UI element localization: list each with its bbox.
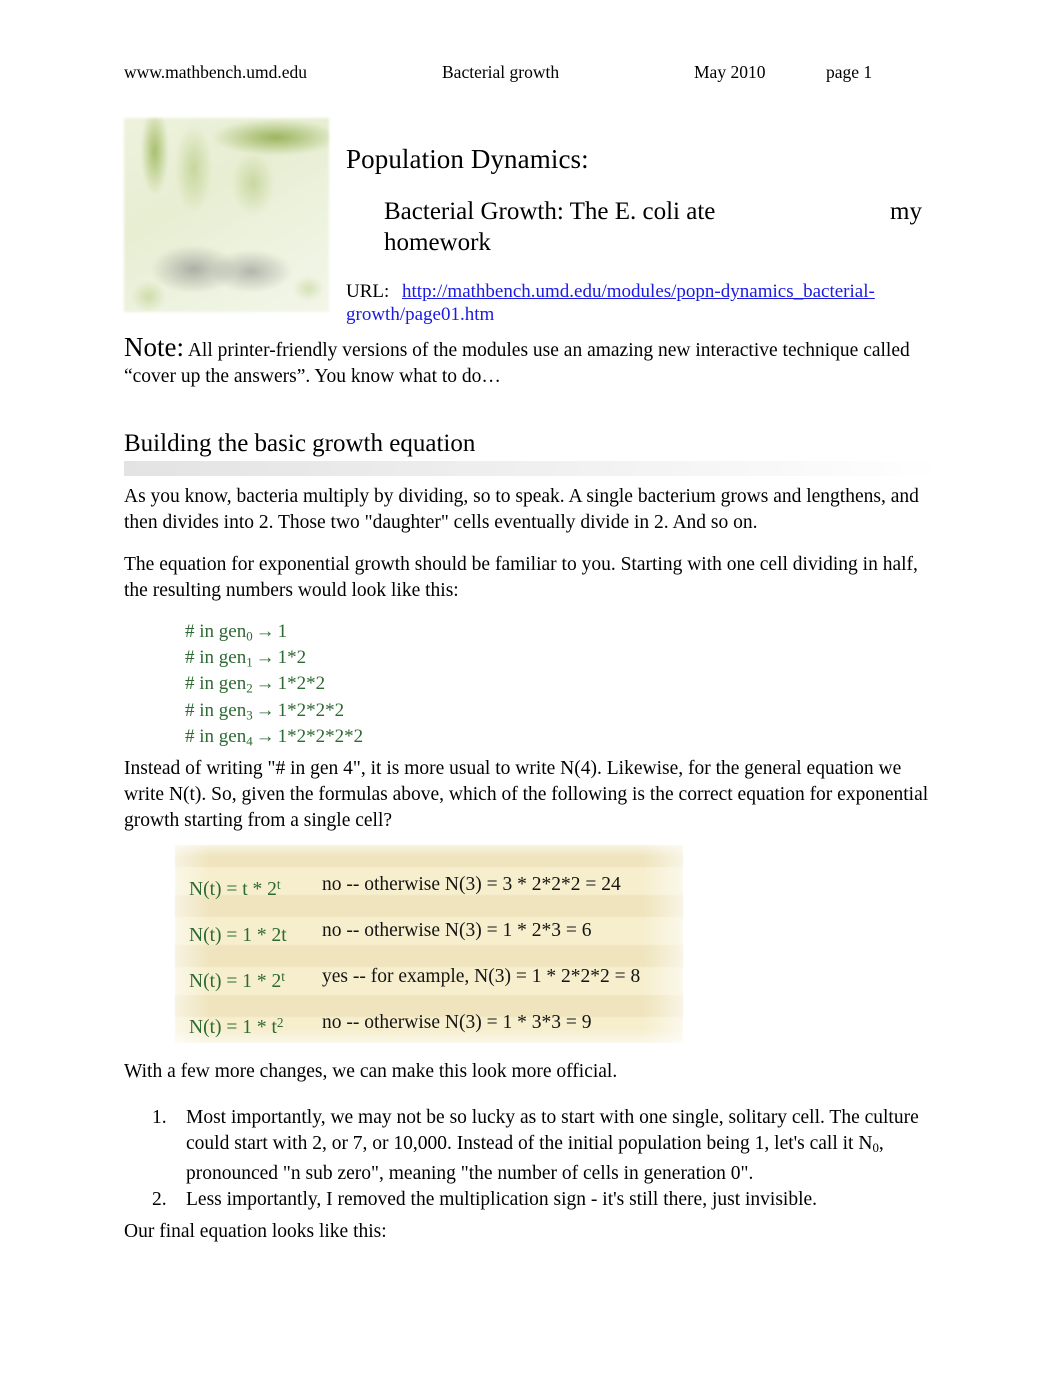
header-doc-title: Bacterial growth bbox=[442, 62, 560, 82]
note-text: All printer-friendly versions of the mod… bbox=[124, 340, 910, 387]
paragraph-more-changes: With a few more changes, we can make thi… bbox=[124, 1061, 618, 1082]
answer-formula-exponent: 2 bbox=[276, 1015, 284, 1030]
paragraph-final-equation: Our final equation looks like this: bbox=[124, 1221, 387, 1242]
generation-label: # in gen bbox=[185, 673, 247, 695]
document-page: www.mathbench.umd.edu Bacterial growth M… bbox=[0, 0, 1062, 1377]
answer-formula-exponent: t bbox=[276, 877, 281, 892]
answer-formula-lead: N(t) = t * 2 bbox=[189, 878, 277, 900]
note-label: Note: bbox=[124, 332, 184, 362]
arrow-icon: → bbox=[255, 673, 275, 695]
generation-subscript: 1 bbox=[246, 654, 253, 670]
generation-value: 1*2*2 bbox=[277, 673, 326, 695]
generation-row: # in gen4 → 1*2*2*2*2 bbox=[185, 726, 363, 752]
url-link-line1[interactable]: http://mathbench.umd.edu/modules/popn-dy… bbox=[402, 281, 875, 302]
page-subtitle-lead: Bacterial Growth: The E. coli ate bbox=[384, 198, 716, 225]
answer-formula-exponent: t bbox=[281, 969, 285, 984]
answer-row[interactable]: N(t) = 1 * 2t no -- otherwise N(3) = 1 *… bbox=[175, 907, 683, 954]
list-item-text-before: Less importantly, I removed the multipli… bbox=[186, 1189, 818, 1211]
answer-verdict: no -- otherwise N(3) = 3 * 2*2*2 = 24 bbox=[322, 874, 621, 895]
masthead: Population Dynamics: Bacterial Growth: T… bbox=[124, 118, 940, 333]
generation-label: # in gen bbox=[185, 621, 247, 642]
generation-subscript: 2 bbox=[246, 681, 253, 697]
url-label: URL: bbox=[346, 281, 390, 302]
generation-label: # in gen bbox=[185, 699, 247, 721]
list-item-marker: 2. bbox=[152, 1189, 167, 1211]
changes-numbered-list: 1. Most importantly, we may not be so luc… bbox=[124, 1105, 936, 1213]
answer-formula: N(t) = 1 * t2 bbox=[189, 999, 284, 1051]
generation-label: # in gen bbox=[185, 725, 247, 747]
url-line: URL: http://mathbench.umd.edu/modules/po… bbox=[346, 280, 906, 326]
generation-value: 1 bbox=[277, 621, 288, 642]
paragraph-intro: As you know, bacteria multiply by dividi… bbox=[124, 486, 919, 533]
generation-row: # in gen1 → 1*2 bbox=[185, 647, 363, 673]
section-heading-text: Building the basic growth equation bbox=[124, 430, 476, 457]
module-url-link[interactable]: http://mathbench.umd.edu/modules/popn-dy… bbox=[346, 281, 875, 325]
arrow-icon: → bbox=[255, 647, 275, 669]
answer-verdict: no -- otherwise N(3) = 1 * 2*3 = 6 bbox=[322, 920, 592, 941]
generation-subscript: 3 bbox=[246, 707, 253, 723]
list-item-text-before: Most importantly, we may not be so lucky… bbox=[186, 1107, 919, 1154]
list-item: 2. Less importantly, I removed the multip… bbox=[124, 1187, 936, 1213]
url-link-line2[interactable]: growth/page01.htm bbox=[346, 304, 494, 325]
section-heading-rule bbox=[124, 461, 940, 476]
generation-subscript: 0 bbox=[246, 628, 253, 644]
generation-value: 1*2*2*2*2 bbox=[277, 725, 364, 747]
answer-row[interactable]: N(t) = 1 * 2t yes -- for example, N(3) =… bbox=[175, 953, 683, 1000]
mathbench-logo-image bbox=[124, 118, 329, 312]
note-block: Note: All printer-friendly versions of t… bbox=[124, 334, 942, 390]
answer-choices-list: N(t) = t * 2t no -- otherwise N(3) = 3 *… bbox=[175, 845, 683, 1043]
header-site-url: www.mathbench.umd.edu bbox=[124, 62, 308, 82]
generation-label: # in gen bbox=[185, 647, 247, 669]
generation-row: # in gen2 → 1*2*2 bbox=[185, 673, 363, 699]
generation-formula-list: # in gen0 → 1 # in gen1 → 1*2 # in gen2 → 1*2*… bbox=[185, 621, 363, 752]
generation-row: # in gen0 → 1 bbox=[185, 621, 363, 647]
answer-row[interactable]: N(t) = t * 2t no -- otherwise N(3) = 3 *… bbox=[175, 861, 683, 908]
generation-value: 1*2*2*2 bbox=[277, 699, 345, 721]
arrow-icon: → bbox=[255, 621, 275, 642]
answer-formula: N(t) = 1 * 2t bbox=[189, 907, 287, 959]
answer-formula: N(t) = t * 2t bbox=[189, 861, 281, 913]
arrow-icon: → bbox=[255, 699, 275, 721]
arrow-icon: → bbox=[255, 725, 275, 747]
list-item: 1. Most importantly, we may not be so luc… bbox=[124, 1105, 936, 1187]
answer-verdict: no -- otherwise N(3) = 1 * 3*3 = 9 bbox=[322, 1012, 592, 1033]
page-subtitle: Bacterial Growth: The E. coli ate my hom… bbox=[384, 196, 940, 258]
header-page-number: page 1 bbox=[826, 62, 873, 82]
generation-row: # in gen3 → 1*2*2*2 bbox=[185, 700, 363, 726]
answer-formula-lead: N(t) = 1 * 2 bbox=[189, 970, 282, 992]
section-heading: Building the basic growth equation bbox=[124, 428, 942, 476]
page-subtitle-line2: homework bbox=[384, 229, 491, 256]
answer-formula-lead: N(t) = 1 * 2t bbox=[189, 924, 287, 946]
answer-formula-lead: N(t) = 1 * t bbox=[189, 1016, 277, 1038]
title-block: Population Dynamics: Bacterial Growth: T… bbox=[346, 142, 940, 326]
paragraph-exponential-intro: The equation for exponential growth shou… bbox=[124, 554, 918, 601]
header-date: May 2010 bbox=[694, 62, 766, 82]
paragraph-question: Instead of writing "# in gen 4", it is m… bbox=[124, 758, 929, 831]
generation-subscript: 4 bbox=[246, 733, 253, 749]
page-subtitle-tail: my bbox=[890, 198, 922, 225]
running-header: www.mathbench.umd.edu Bacterial growth M… bbox=[124, 58, 944, 86]
answer-row[interactable]: N(t) = 1 * t2 no -- otherwise N(3) = 1 *… bbox=[175, 999, 683, 1046]
answer-formula: N(t) = 1 * 2t bbox=[189, 953, 285, 1005]
list-item-marker: 1. bbox=[152, 1107, 167, 1128]
answer-verdict: yes -- for example, N(3) = 1 * 2*2*2 = 8 bbox=[322, 966, 641, 987]
page-title: Population Dynamics: bbox=[346, 144, 589, 174]
generation-value: 1*2 bbox=[277, 647, 307, 669]
